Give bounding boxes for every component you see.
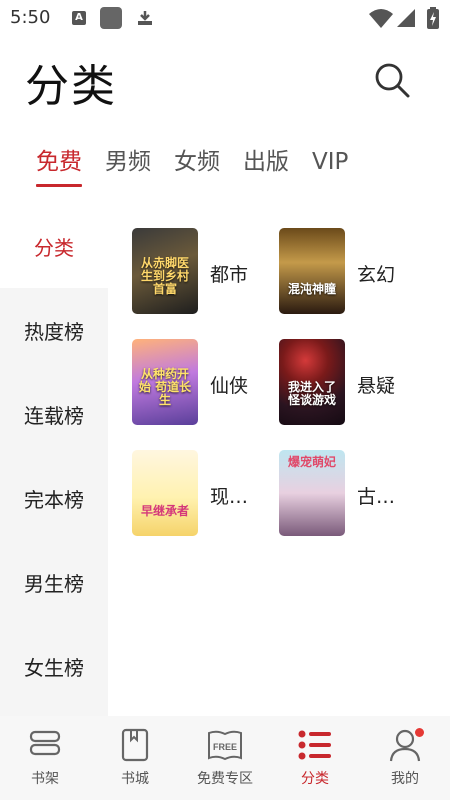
bottom-nav-profile[interactable]: 我的 xyxy=(360,716,450,800)
category-label: 悬疑 xyxy=(357,375,396,397)
cover-title: 爆宠萌妃 xyxy=(287,455,336,469)
category-label: 现… xyxy=(210,486,249,508)
search-icon[interactable] xyxy=(372,60,412,100)
sidebar-item-male-rank[interactable]: 男生榜 xyxy=(0,540,108,624)
sidebar-item-female-rank[interactable]: 女生榜 xyxy=(0,624,108,708)
notification-badge xyxy=(415,728,424,737)
sidebar-item-category[interactable]: 分类 xyxy=(0,204,108,288)
bottom-nav-bookshelf[interactable]: 书架 xyxy=(0,716,90,800)
bottom-nav-label: 分类 xyxy=(301,771,329,787)
book-cover: 从赤脚医生到乡村首富 xyxy=(132,228,198,314)
category-label: 古… xyxy=(357,486,396,508)
book-cover: 从种药开始 苟道长生 xyxy=(132,339,198,425)
category-list-icon xyxy=(298,730,331,760)
left-sidebar: 分类 热度榜 连载榜 完本榜 男生榜 女生榜 xyxy=(0,204,108,716)
bottom-nav-label: 书城 xyxy=(121,771,149,787)
signal-icon xyxy=(397,9,415,27)
category-label: 玄幻 xyxy=(357,264,396,286)
channel-tabs: 免费 男频 女频 出版 VIP xyxy=(36,146,371,190)
bottom-nav-label: 免费专区 xyxy=(197,771,253,787)
category-card-ancient[interactable]: 爆宠萌妃 古… xyxy=(279,450,409,538)
cover-title: 早继承者 xyxy=(140,504,189,518)
book-cover: 爆宠萌妃 xyxy=(279,450,345,536)
category-card-modern[interactable]: 早继承者 现… xyxy=(132,450,262,538)
free-icon-text: FREE xyxy=(213,742,237,752)
status-time: 5:50 xyxy=(10,7,51,28)
tab-female[interactable]: 女频 xyxy=(174,146,220,186)
sidebar-item-complete-rank[interactable]: 完本榜 xyxy=(0,456,108,540)
app-square-icon xyxy=(100,7,122,29)
page-title: 分类 xyxy=(25,61,117,112)
cover-title: 我进入了怪谈游戏 xyxy=(287,380,336,407)
book-cover: 混沌神瞳 xyxy=(279,228,345,314)
bottom-nav-bookstore[interactable]: 书城 xyxy=(90,716,180,800)
tab-male[interactable]: 男频 xyxy=(105,146,151,186)
category-label: 仙侠 xyxy=(210,375,249,397)
bookshelf-icon xyxy=(29,730,61,756)
bottom-nav-label: 书架 xyxy=(31,771,59,787)
tab-free[interactable]: 免费 xyxy=(36,146,82,187)
free-book-icon: FREE xyxy=(208,730,242,761)
bottom-nav-free-zone[interactable]: FREE 免费专区 xyxy=(180,716,270,800)
book-cover: 早继承者 xyxy=(132,450,198,536)
cover-title: 混沌神瞳 xyxy=(287,282,336,296)
tab-vip[interactable]: VIP xyxy=(312,146,348,186)
category-card-xianxia[interactable]: 从种药开始 苟道长生 仙侠 xyxy=(132,339,262,427)
bottom-nav-category[interactable]: 分类 xyxy=(270,716,360,800)
category-card-fantasy[interactable]: 混沌神瞳 玄幻 xyxy=(279,228,409,316)
category-label: 都市 xyxy=(210,264,249,286)
download-icon xyxy=(138,11,152,25)
book-cover: 我进入了怪谈游戏 xyxy=(279,339,345,425)
bottom-nav-label: 我的 xyxy=(391,771,419,787)
sidebar-item-serial-rank[interactable]: 连载榜 xyxy=(0,372,108,456)
category-card-urban[interactable]: 从赤脚医生到乡村首富 都市 xyxy=(132,228,262,316)
battery-icon xyxy=(427,7,439,29)
sidebar-item-hot-rank[interactable]: 热度榜 xyxy=(0,288,108,372)
tab-publish[interactable]: 出版 xyxy=(243,146,289,186)
bottom-nav: 书架 书城 FREE 免费专区 分类 我的 xyxy=(0,716,450,800)
category-card-mystery[interactable]: 我进入了怪谈游戏 悬疑 xyxy=(279,339,409,427)
app-a-icon: A xyxy=(72,11,86,25)
cover-title: 从种药开始 苟道长生 xyxy=(138,367,192,407)
cover-title: 从赤脚医生到乡村首富 xyxy=(140,256,189,296)
bookstore-icon xyxy=(121,728,149,762)
status-bar: 5:50 A xyxy=(0,0,450,36)
wifi-icon xyxy=(369,9,393,28)
